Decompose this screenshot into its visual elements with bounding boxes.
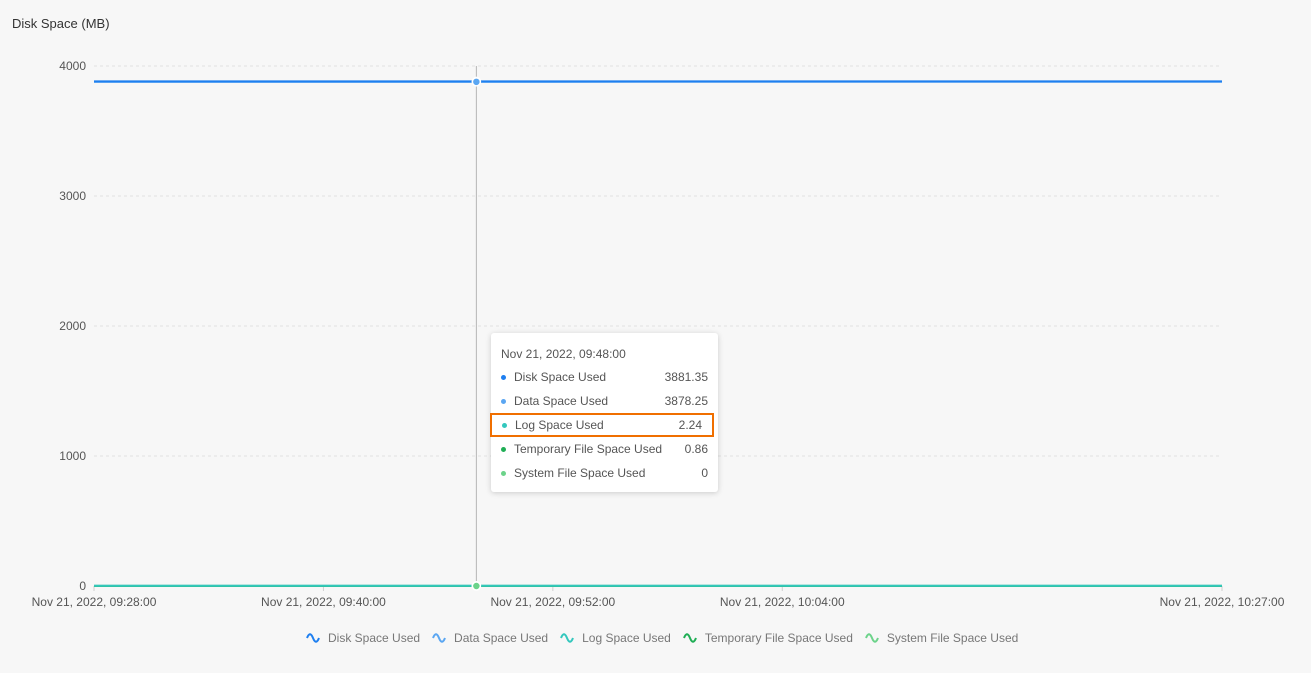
legend-label: Log Space Used xyxy=(582,631,671,645)
legend-label: Data Space Used xyxy=(454,631,549,645)
legend: Disk Space Used Data Space Used Log Space … xyxy=(306,631,1018,645)
legend-item[interactable]: Disk Space Used xyxy=(306,631,420,645)
legend-label: Temporary File Space Used xyxy=(704,631,853,645)
tooltip-title: Nov 21, 2022, 09:48:00 xyxy=(501,347,626,361)
tooltip-label: System File Space Used xyxy=(514,466,646,480)
series-dot-icon xyxy=(501,447,506,452)
wave-line-icon xyxy=(306,633,320,643)
tooltip-row: Temporary File Space Used 0.86 xyxy=(491,439,718,459)
series-dot-icon xyxy=(501,375,506,380)
tooltip-row: Data Space Used 3878.25 xyxy=(491,391,718,411)
y-tick-label: 3000 xyxy=(59,189,86,203)
tooltip: Nov 21, 2022, 09:48:00 Disk Space Used 38… xyxy=(490,333,718,492)
legend-item[interactable]: System File Space Used xyxy=(864,631,1019,645)
disk-space-chart: Disk Space (MB) 0 1000 2000 3000 4000 Nov 21,… xyxy=(0,0,1311,673)
legend-item[interactable]: Log Space Used xyxy=(560,631,671,645)
series-dot-icon xyxy=(501,399,506,404)
tooltip-value: 3878.25 xyxy=(664,394,708,408)
tooltip-value: 0 xyxy=(701,466,708,480)
legend-label: System File Space Used xyxy=(886,631,1019,645)
x-tick-label: Nov 21, 2022, 10:27:00 xyxy=(1160,595,1285,609)
tooltip-value: 2.24 xyxy=(678,418,702,432)
legend-item[interactable]: Data Space Used xyxy=(432,631,548,645)
y-tick-label: 2000 xyxy=(59,319,86,333)
wave-line-icon xyxy=(864,633,879,643)
y-tick-label: 1000 xyxy=(59,449,86,463)
x-tick-label: Nov 21, 2022, 09:52:00 xyxy=(490,595,615,609)
x-tick-label: Nov 21, 2022, 09:28:00 xyxy=(32,595,157,609)
tooltip-row: Log Space Used 2.24 xyxy=(490,413,714,437)
hover-point xyxy=(471,581,482,591)
hover-point xyxy=(471,77,482,87)
tooltip-value: 0.86 xyxy=(684,442,708,456)
legend-label: Disk Space Used xyxy=(328,631,421,645)
tooltip-row: Disk Space Used 3881.35 xyxy=(491,367,718,387)
legend-item[interactable]: Temporary File Space Used xyxy=(682,631,853,645)
y-tick-label: 0 xyxy=(79,579,86,593)
tooltip-label: Temporary File Space Used xyxy=(514,442,663,456)
wave-line-icon xyxy=(682,633,697,643)
x-tick-label: Nov 21, 2022, 10:04:00 xyxy=(720,595,845,609)
series-dot-icon xyxy=(502,423,507,428)
series-dot-icon xyxy=(501,471,506,476)
wave-line-icon xyxy=(560,633,575,643)
tooltip-label: Log Space Used xyxy=(515,418,604,432)
x-tick-label: Nov 21, 2022, 09:40:00 xyxy=(261,595,386,609)
tooltip-label: Data Space Used xyxy=(514,394,609,408)
wave-line-icon xyxy=(432,633,446,643)
tooltip-row: System File Space Used 0 xyxy=(491,463,718,483)
y-tick-label: 4000 xyxy=(59,59,86,73)
tooltip-value: 3881.35 xyxy=(664,370,708,384)
tooltip-label: Disk Space Used xyxy=(514,370,607,384)
